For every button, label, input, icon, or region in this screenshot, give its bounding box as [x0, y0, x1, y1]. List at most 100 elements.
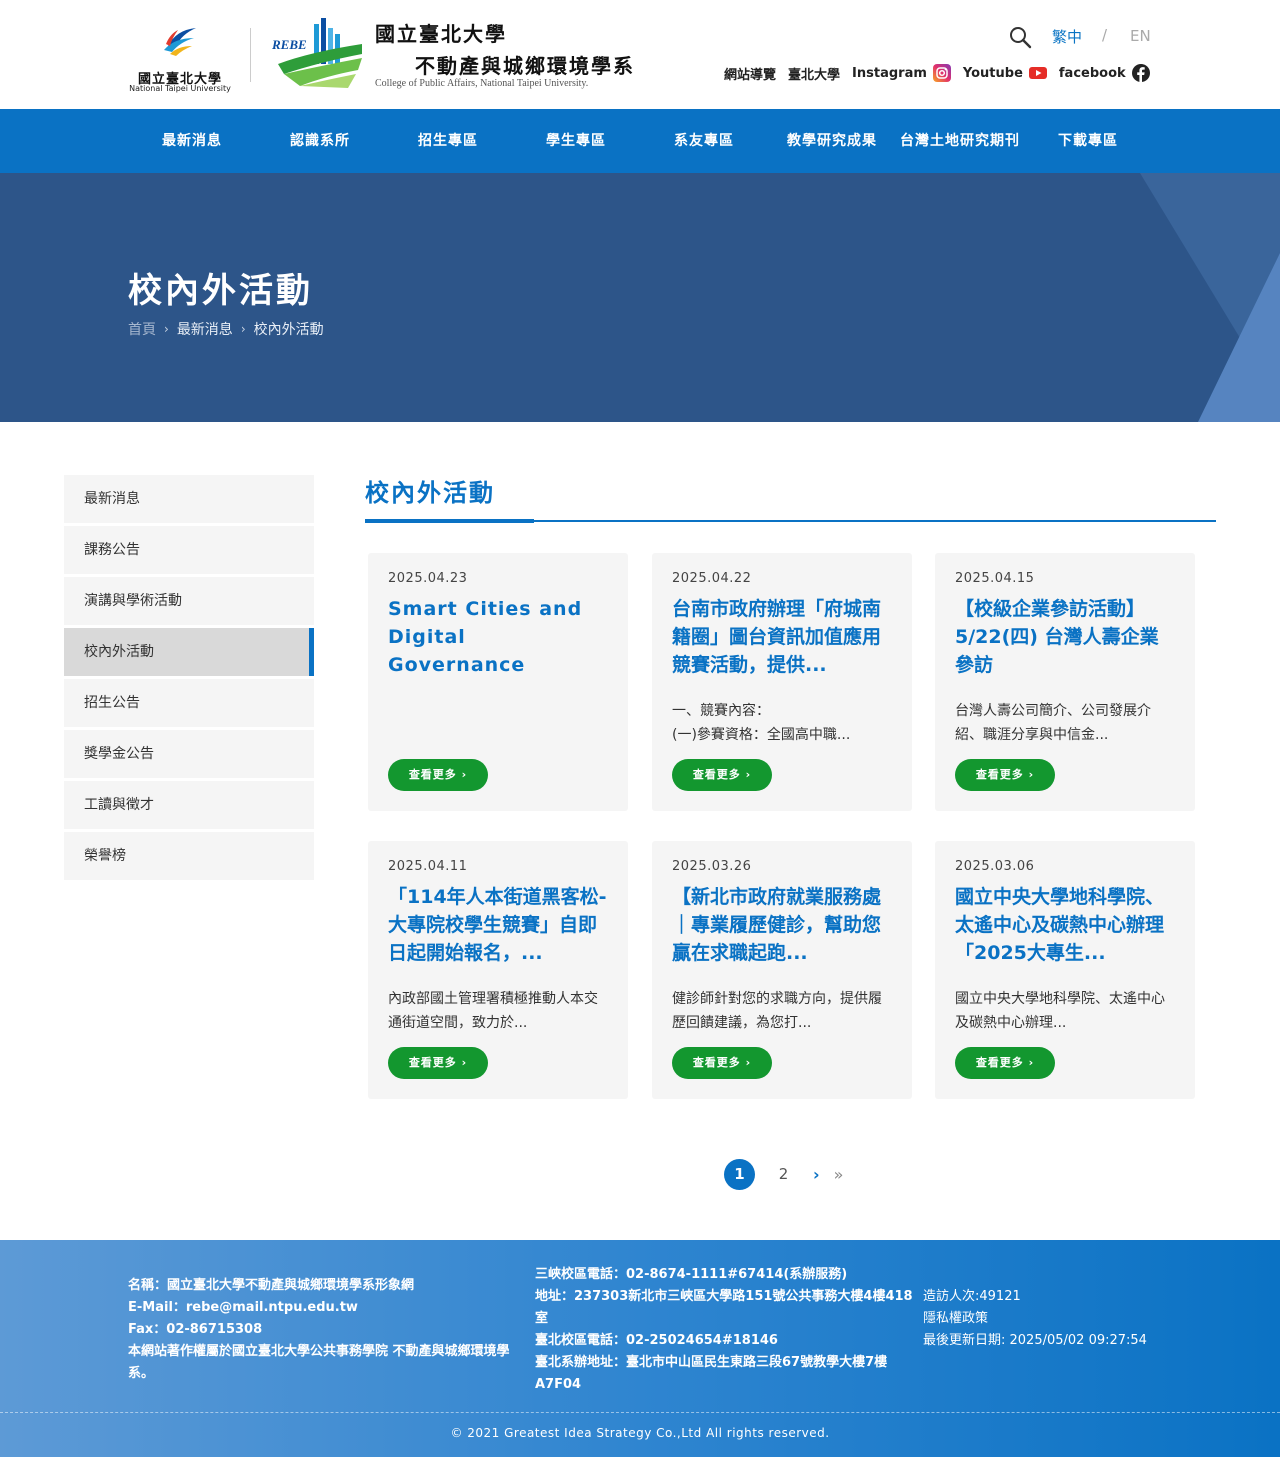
instagram-link[interactable]: Instagram [852, 64, 951, 82]
news-card[interactable]: 2025.04.23 Smart Cities and Digital Gove… [368, 553, 628, 811]
pagination: 1 2 › » [724, 1158, 843, 1190]
footer-copyright-owner: 本網站著作權屬於國立臺北大學公共事務學院 不動產與城鄉環境學系。 [128, 1344, 510, 1381]
page-banner: 校內外活動 首頁 › 最新消息 › 校內外活動 [0, 173, 1280, 422]
facebook-label: facebook [1058, 65, 1126, 81]
site-footer: 名稱：國立臺北大學不動產與城鄉環境學系形象網 E-Mail：rebe@mail.… [0, 1240, 1280, 1457]
card-title[interactable]: 台南市政府辦理「府城南籍圈」圖台資訊加值應用競賽活動，提供... [672, 595, 892, 679]
lang-separator: / [1102, 26, 1108, 44]
sidebar-item-activities[interactable]: 校內外活動 [64, 628, 314, 676]
card-excerpt: 台灣人壽公司簡介、公司發展介紹、職涯分享與中信金... [955, 703, 1151, 743]
card-excerpt: 國立中央大學地科學院、太遙中心及碳熱中心辦理... [955, 991, 1165, 1031]
sidebar-item-course[interactable]: 課務公告 [64, 526, 314, 574]
card-date: 2025.04.15 [955, 571, 1035, 586]
ntpu-emblem-icon [164, 28, 196, 56]
card-title[interactable]: 【校級企業參訪活動】5/22(四) 台灣人壽企業參訪 [955, 595, 1175, 679]
card-title[interactable]: 「114年人本街道黑客松-大專院校學生競賽」自即日起開始報名，... [388, 883, 608, 967]
card-date: 2025.04.11 [388, 859, 468, 874]
dept-name-line2: 不動產與城鄉環境學系 [415, 54, 635, 78]
footer-sanxia-phone: 三峽校區電話：02-8674-1111#67414(系辦服務) [535, 1267, 848, 1282]
sidebar-item-admission[interactable]: 招生公告 [64, 679, 314, 727]
chevron-right-icon: › [240, 322, 246, 336]
card-date: 2025.04.22 [672, 571, 752, 586]
news-card[interactable]: 2025.04.22 台南市政府辦理「府城南籍圈」圖台資訊加值應用競賽活動，提供… [652, 553, 912, 811]
ntpu-label: 臺北大學 [788, 67, 841, 83]
nav-students[interactable]: 學生專區 [512, 109, 640, 173]
sitemap-label: 網站導覽 [724, 67, 777, 83]
sidebar: 最新消息 課務公告 演講與學術活動 校內外活動 招生公告 獎學金公告 工讀與徵才… [64, 475, 314, 883]
read-more-button[interactable]: 查看更多 › [388, 759, 488, 791]
rebe-logo[interactable]: REBE [270, 14, 370, 94]
footer-fax: Fax：02-86715308 [128, 1322, 263, 1337]
card-excerpt: 一、競賽內容： (一)參賽資格：全國高中職... [672, 703, 851, 743]
footer-addresses: 三峽校區電話：02-8674-1111#67414(系辦服務) 地址：23730… [535, 1264, 923, 1396]
nav-news[interactable]: 最新消息 [128, 109, 256, 173]
lang-en-link[interactable]: EN [1130, 27, 1151, 45]
sidebar-item-scholarship[interactable]: 獎學金公告 [64, 730, 314, 778]
visitor-count: 造訪人次:49121 [923, 1289, 1021, 1304]
page-2-button[interactable]: 2 [768, 1159, 799, 1190]
search-icon[interactable] [1008, 25, 1032, 49]
sitemap-link[interactable]: 網站導覽 [724, 64, 776, 83]
footer-divider [0, 1412, 1280, 1413]
youtube-label: Youtube [962, 65, 1023, 81]
dept-name-en: College of Public Affairs, National Taip… [375, 78, 589, 89]
last-page-icon[interactable]: » [834, 1165, 844, 1184]
sidebar-item-honors[interactable]: 榮譽榜 [64, 832, 314, 880]
top-links: 網站導覽 臺北大學 Instagram Youtube facebook [724, 62, 1150, 84]
news-card[interactable]: 2025.03.06 國立中央大學地科學院、太遙中心及碳熱中心辦理「2025大專… [935, 841, 1195, 1099]
copyright: © 2021 Greatest Idea Strategy Co.,Ltd Al… [450, 1426, 830, 1440]
breadcrumb: 首頁 › 最新消息 › 校內外活動 [128, 319, 324, 339]
privacy-policy-link[interactable]: 隱私權政策 [923, 1308, 1173, 1330]
logo-divider [250, 28, 251, 82]
nav-about[interactable]: 認識系所 [256, 109, 384, 173]
ntpu-logo[interactable]: 國立臺北大學 National Taipei University [126, 24, 234, 94]
news-card[interactable]: 2025.04.15 【校級企業參訪活動】5/22(四) 台灣人壽企業參訪 台灣… [935, 553, 1195, 811]
nav-research[interactable]: 教學研究成果 [768, 109, 896, 173]
sidebar-item-news[interactable]: 最新消息 [64, 475, 314, 523]
instagram-label: Instagram [852, 65, 927, 81]
page-title: 校內外活動 [128, 271, 313, 311]
page-1-button[interactable]: 1 [724, 1158, 755, 1190]
nav-alumni[interactable]: 系友專區 [640, 109, 768, 173]
sidebar-item-lectures[interactable]: 演講與學術活動 [64, 577, 314, 625]
news-card[interactable]: 2025.04.11 「114年人本街道黑客松-大專院校學生競賽」自即日起開始報… [368, 841, 628, 1099]
next-page-icon[interactable]: › [813, 1165, 820, 1184]
nav-downloads[interactable]: 下載專區 [1024, 109, 1152, 173]
footer-meta: 造訪人次:49121 隱私權政策 最後更新日期: 2025/05/02 09:2… [923, 1286, 1173, 1352]
footer-taipei-address: 臺北系辦地址：臺北市中山區民生東路三段67號教學大樓7樓A7F04 [535, 1355, 888, 1392]
footer-email[interactable]: E-Mail：rebe@mail.ntpu.edu.tw [128, 1297, 528, 1319]
card-excerpt: 內政部國土管理署積極推動人本交通街道空間，致力於... [388, 991, 598, 1031]
read-more-button[interactable]: 查看更多 › [955, 759, 1055, 791]
read-more-button[interactable]: 查看更多 › [955, 1047, 1055, 1079]
nav-admission[interactable]: 招生專區 [384, 109, 512, 173]
footer-taipei-phone: 臺北校區電話：02-25024654#18146 [535, 1333, 778, 1348]
site-header: 國立臺北大學 National Taipei University REBE 國… [0, 0, 1280, 109]
chevron-right-icon: › [164, 322, 169, 336]
dept-name-line1: 國立臺北大學 [375, 22, 507, 46]
youtube-link[interactable]: Youtube [963, 64, 1047, 82]
breadcrumb-home[interactable]: 首頁 [128, 319, 156, 339]
card-date: 2025.03.26 [672, 859, 752, 874]
instagram-icon [932, 64, 951, 82]
card-date: 2025.03.06 [955, 859, 1035, 874]
facebook-link[interactable]: facebook [1059, 64, 1150, 82]
read-more-button[interactable]: 查看更多 › [672, 759, 772, 791]
last-updated: 最後更新日期: 2025/05/02 09:27:54 [923, 1333, 1147, 1348]
read-more-button[interactable]: 查看更多 › [388, 1047, 488, 1079]
footer-sanxia-address: 地址：237303新北市三峽區大學路151號公共事務大樓4樓418室 [535, 1289, 913, 1326]
ntpu-link[interactable]: 臺北大學 [788, 64, 840, 83]
card-title[interactable]: 國立中央大學地科學院、太遙中心及碳熱中心辦理「2025大專生... [955, 883, 1175, 967]
card-title[interactable]: Smart Cities and Digital Governance Work… [388, 595, 608, 679]
card-date: 2025.04.23 [388, 571, 468, 586]
nav-journal[interactable]: 台灣土地研究期刊 [896, 109, 1024, 173]
footer-site-name: 名稱：國立臺北大學不動產與城鄉環境學系形象網 [128, 1278, 415, 1293]
breadcrumb-current: 校內外活動 [253, 322, 324, 338]
lang-zh-link[interactable]: 繁中 [1052, 26, 1082, 47]
sidebar-item-jobs[interactable]: 工讀與徵才 [64, 781, 314, 829]
ntpu-name-en: National Taipei University [129, 84, 231, 93]
breadcrumb-news[interactable]: 最新消息 [177, 319, 233, 339]
facebook-icon [1131, 64, 1150, 82]
read-more-button[interactable]: 查看更多 › [672, 1047, 772, 1079]
card-title[interactable]: 【新北市政府就業服務處｜專業履歷健診，幫助您贏在求職起跑... [672, 883, 892, 967]
news-card[interactable]: 2025.03.26 【新北市政府就業服務處｜專業履歷健診，幫助您贏在求職起跑.… [652, 841, 912, 1099]
